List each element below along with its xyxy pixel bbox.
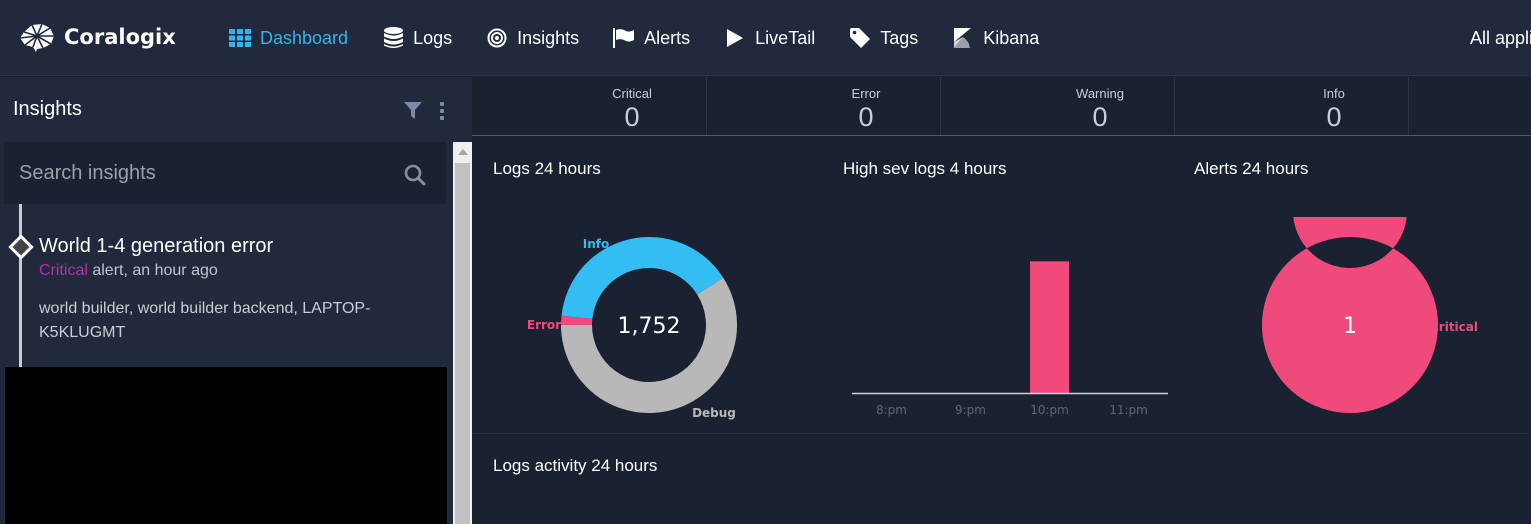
nav-alerts[interactable]: Alerts	[613, 25, 690, 51]
sidebar-title: Insights	[13, 98, 82, 120]
nav-livetail[interactable]: LiveTail	[724, 25, 815, 51]
filter-icon[interactable]	[404, 102, 422, 120]
play-icon	[724, 27, 746, 49]
nav-livetail-label: LiveTail	[755, 27, 816, 48]
tag-icon	[849, 27, 871, 49]
nav-insights-label: Insights	[517, 27, 580, 48]
stat-info[interactable]: Info 0	[1175, 77, 1409, 135]
stat-critical-label: Critical	[612, 86, 652, 101]
main-nav: Dashboard Logs Insights Alerts LiveTail …	[229, 25, 1073, 51]
nav-dashboard-label: Dashboard	[260, 27, 349, 48]
logs-24h-title: Logs 24 hours	[493, 159, 601, 178]
sidebar-scrollbar[interactable]	[453, 142, 472, 524]
top-navbar: Coralogix Dashboard Logs Insights Alerts…	[0, 0, 1531, 76]
kibana-icon	[952, 27, 974, 49]
brand-logo[interactable]: Coralogix	[18, 22, 176, 52]
stat-error-value: 0	[858, 102, 874, 132]
logs-24h-donut-chart: Info Debug Error 1,752	[527, 237, 737, 420]
stat-critical[interactable]: Critical 0	[472, 77, 707, 135]
nav-tags[interactable]: Tags	[849, 25, 918, 51]
donut-label-info: Info	[583, 237, 609, 251]
panel-divider	[472, 433, 1531, 434]
nav-insights[interactable]: Insights	[486, 25, 579, 51]
x-tick-label: 11:pm	[1109, 403, 1148, 417]
x-tick-label: 10:pm	[1030, 403, 1069, 417]
nav-tags-label: Tags	[880, 27, 919, 48]
alerts-24h-donut-chart: Critical 1	[1262, 217, 1478, 413]
stat-warning[interactable]: Warning 0	[941, 77, 1175, 135]
insight-item[interactable]: World 1-4 generation error Critical aler…	[8, 227, 438, 367]
sidebar-header: Insights	[0, 77, 472, 141]
insight-meta: Critical alert, an hour ago	[39, 262, 218, 280]
stat-critical-value: 0	[624, 102, 640, 132]
more-vertical-icon[interactable]	[439, 101, 445, 121]
database-icon	[382, 27, 404, 49]
stat-warning-label: Warning	[1076, 86, 1124, 101]
severity-stats-bar: Critical 0 Error 0 Warning 0 Info 0	[472, 77, 1531, 136]
stat-warning-value: 0	[1092, 102, 1108, 132]
stat-info-value: 0	[1326, 102, 1342, 132]
flag-icon	[613, 27, 635, 49]
insight-severity: Critical	[39, 262, 88, 279]
donut-center-total: 1,752	[618, 314, 681, 339]
high-sev-title: High sev logs 4 hours	[843, 159, 1007, 178]
nav-logs-label: Logs	[413, 27, 453, 48]
donut-label-critical: Critical	[1430, 320, 1478, 334]
x-tick-label: 8:pm	[876, 403, 907, 417]
search-insights-box	[4, 142, 446, 204]
nav-logs[interactable]: Logs	[382, 25, 452, 51]
donut-label-debug: Debug	[692, 406, 736, 420]
x-tick-label: 9:pm	[955, 403, 986, 417]
high-sev-bar-chart: 8:pm 9:pm 10:pm 11:pm	[852, 261, 1168, 417]
stat-info-label: Info	[1323, 86, 1345, 101]
stat-error[interactable]: Error 0	[707, 77, 941, 135]
insight-title[interactable]: World 1-4 generation error	[39, 235, 273, 258]
nav-kibana-label: Kibana	[983, 27, 1040, 48]
logs-activity-title: Logs activity 24 hours	[493, 456, 658, 475]
search-icon[interactable]	[404, 164, 426, 186]
scroll-thumb[interactable]	[455, 163, 470, 524]
nav-alerts-label: Alerts	[644, 27, 691, 48]
brand-name: Coralogix	[64, 25, 176, 49]
brain-logo-icon	[19, 23, 54, 52]
insight-tags: world builder, world builder backend, LA…	[39, 300, 371, 341]
insight-time: alert, an hour ago	[87, 262, 218, 279]
application-selector[interactable]: All appli	[1470, 28, 1531, 49]
insights-sidebar: Insights World 1-4 generation error Crit…	[0, 77, 472, 524]
stat-error-label: Error	[851, 86, 881, 101]
timeline-diamond-icon	[8, 234, 34, 260]
scroll-up-arrow-icon[interactable]	[453, 142, 472, 161]
grid-icon	[229, 27, 251, 49]
redacted-area	[5, 367, 447, 524]
donut-label-error: Error	[527, 318, 561, 332]
search-insights-input[interactable]	[4, 142, 446, 204]
nav-kibana[interactable]: Kibana	[952, 25, 1039, 51]
bar-10pm[interactable]	[1030, 261, 1069, 393]
donut-center-total: 1	[1343, 314, 1357, 339]
nav-dashboard[interactable]: Dashboard	[229, 25, 348, 51]
target-icon	[486, 27, 508, 49]
dashboard-main: Critical 0 Error 0 Warning 0 Info 0 Logs…	[472, 77, 1531, 524]
alerts-24h-title: Alerts 24 hours	[1194, 159, 1309, 178]
